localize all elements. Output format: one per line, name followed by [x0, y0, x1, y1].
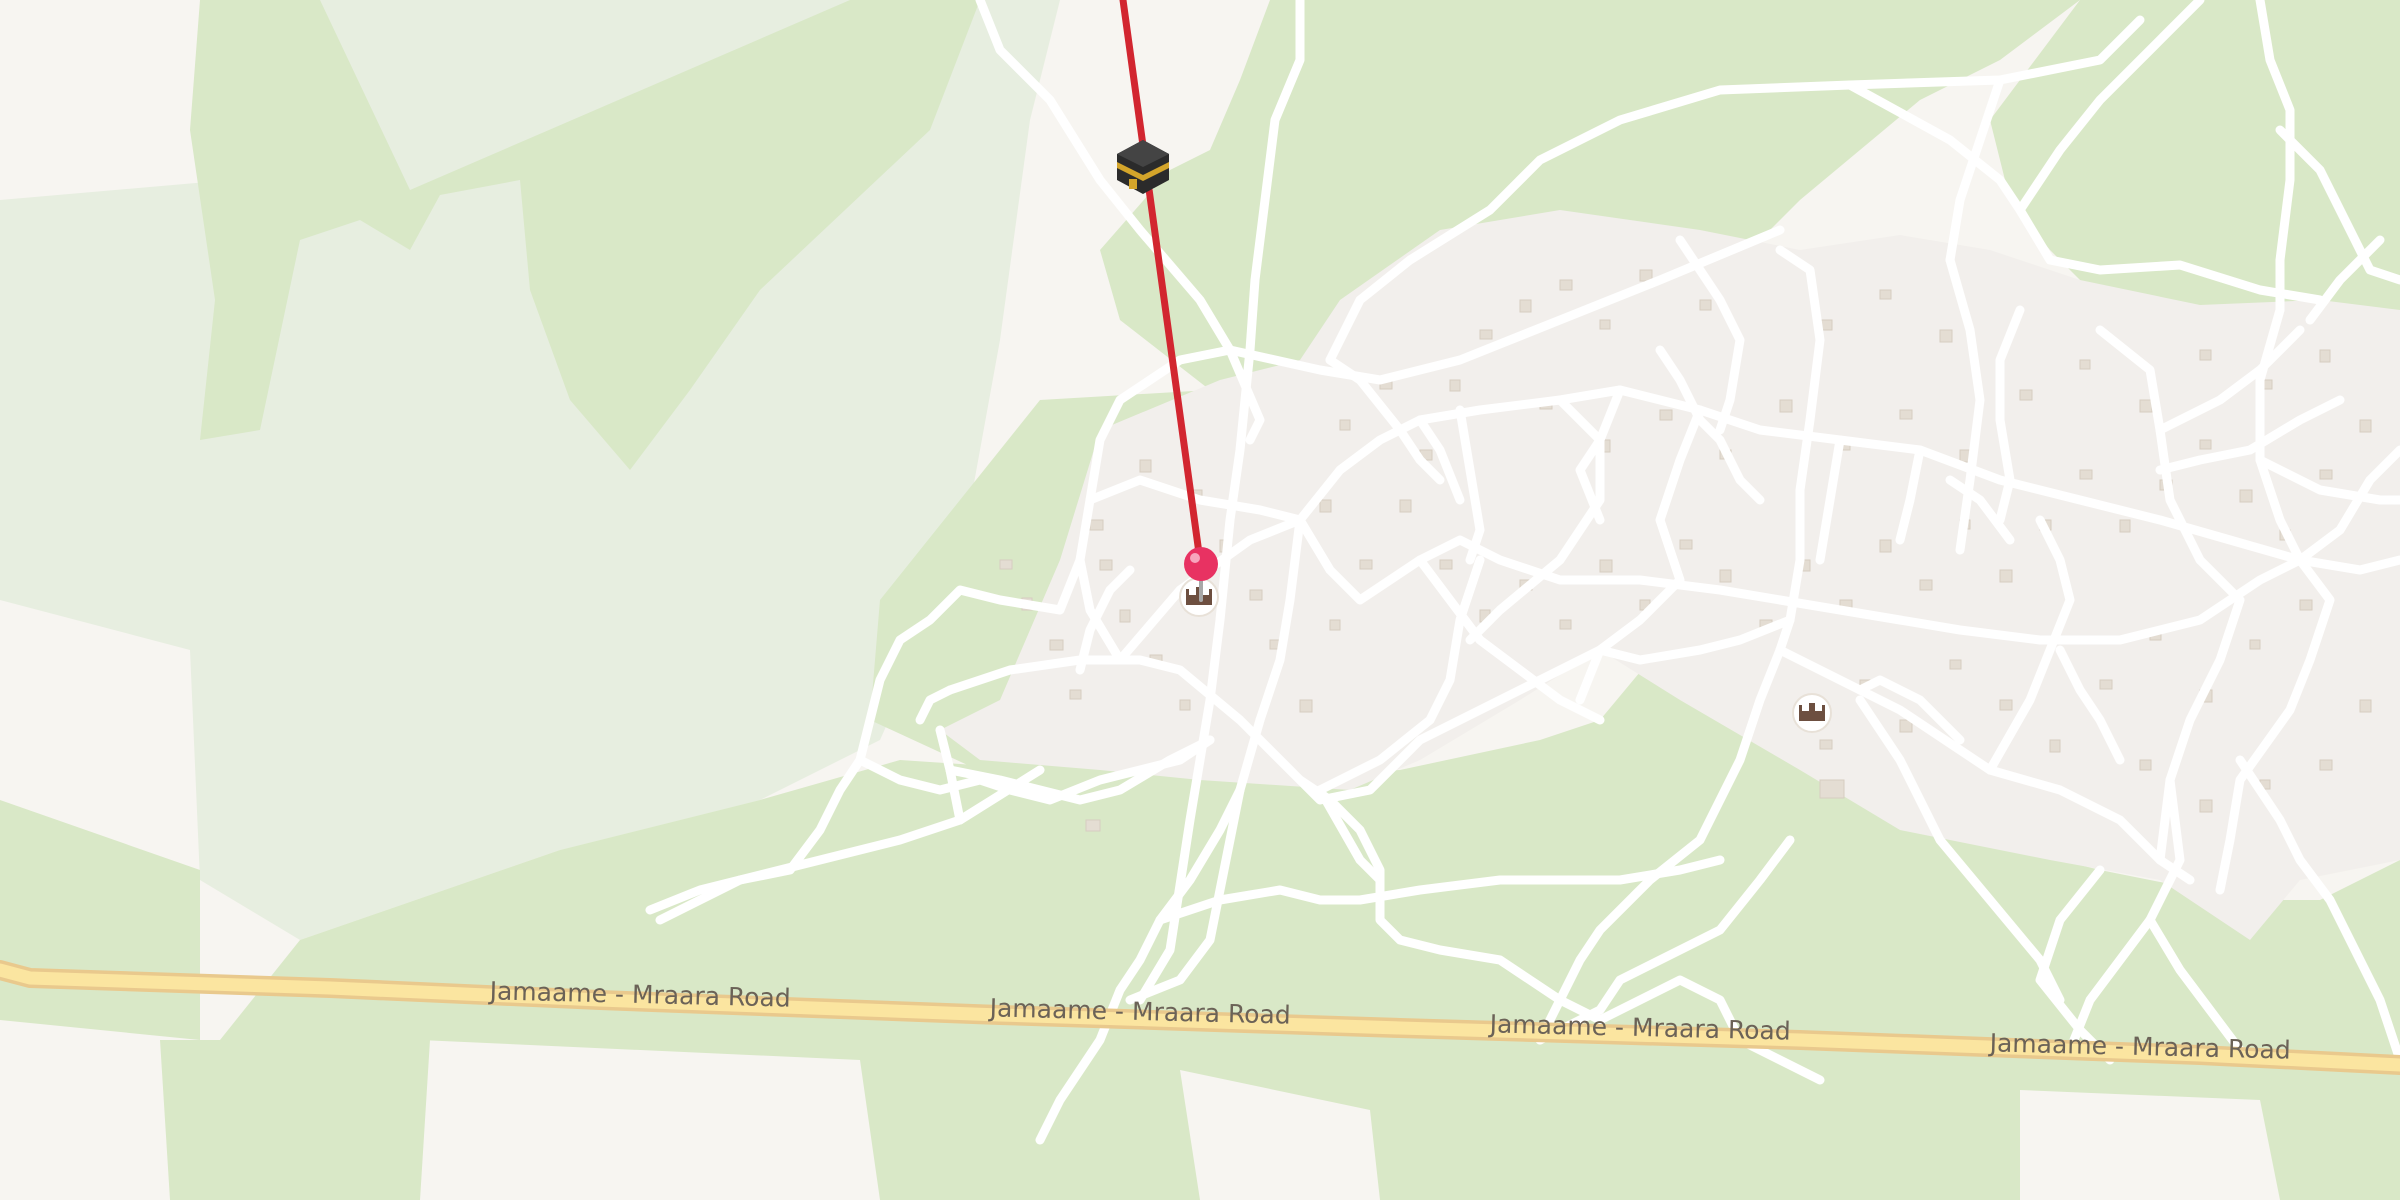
mosque-icon[interactable] [1792, 693, 1832, 733]
map-canvas[interactable]: Jamaame - Mraara Road Jamaame - Mraara R… [0, 0, 2400, 1200]
vegetation-area [160, 1040, 430, 1200]
map-view[interactable]: Jamaame - Mraara Road Jamaame - Mraara R… [0, 0, 2400, 1200]
